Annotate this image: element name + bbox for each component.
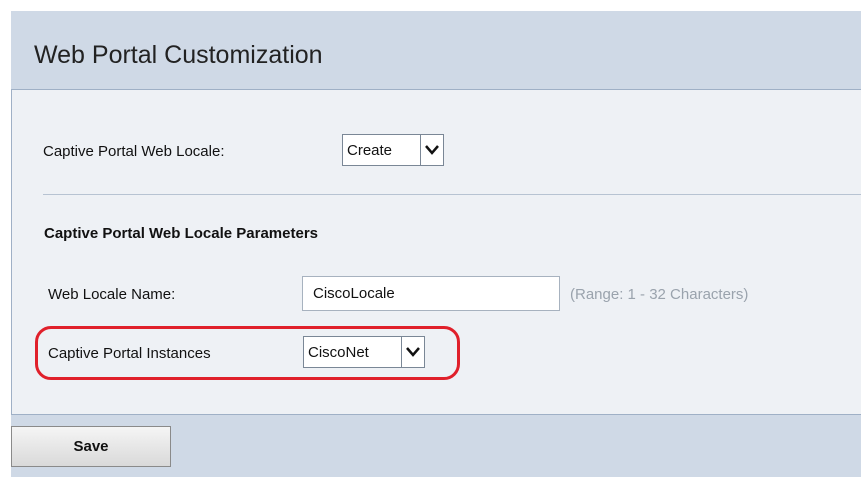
save-button[interactable]: Save — [11, 426, 171, 467]
page-title: Web Portal Customization — [34, 41, 323, 69]
chevron-down-icon[interactable] — [420, 135, 443, 165]
parameters-heading: Captive Portal Web Locale Parameters — [44, 225, 318, 242]
page-container: Web Portal Customization Captive Portal … — [11, 11, 861, 477]
settings-panel: Captive Portal Web Locale: Create Captiv… — [11, 89, 861, 415]
web-locale-label: Captive Portal Web Locale: — [43, 143, 225, 160]
web-locale-name-input[interactable] — [302, 276, 560, 311]
web-locale-select[interactable]: Create — [342, 134, 444, 166]
web-locale-name-hint: (Range: 1 - 32 Characters) — [570, 286, 749, 303]
section-divider — [43, 194, 861, 195]
web-locale-select-value: Create — [347, 141, 393, 159]
highlight-annotation — [35, 326, 460, 380]
web-locale-name-label: Web Locale Name: — [48, 286, 176, 303]
